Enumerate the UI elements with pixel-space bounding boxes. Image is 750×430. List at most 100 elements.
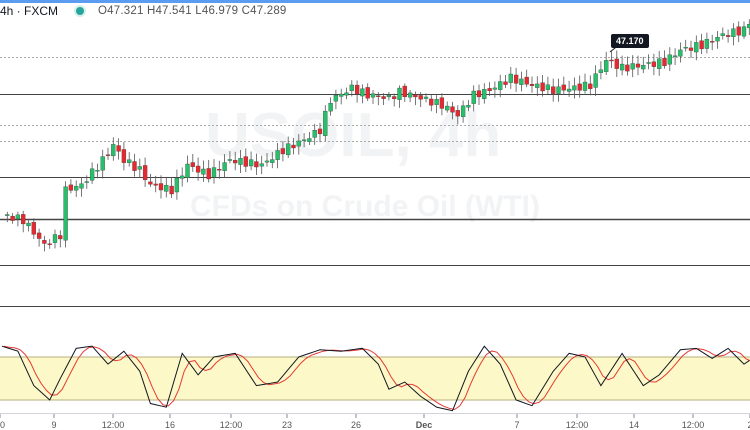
- candle-up: [466, 105, 471, 108]
- candle-down: [280, 148, 286, 155]
- candle-down: [381, 96, 386, 99]
- candle-down: [158, 183, 164, 191]
- candle-up: [741, 26, 747, 37]
- candle-down: [455, 110, 460, 117]
- candle-down: [169, 185, 174, 195]
- candle-down: [662, 58, 667, 67]
- candle-down: [577, 83, 582, 91]
- open-value: O47.321: [98, 5, 144, 17]
- candle-down: [376, 95, 381, 97]
- candle-up: [720, 33, 725, 36]
- candle-up: [349, 84, 354, 91]
- candle-down: [190, 162, 195, 167]
- low-value: L46.979: [195, 5, 239, 17]
- candle-down: [725, 35, 731, 37]
- candle-up: [657, 58, 662, 69]
- high-value: H47.541: [146, 5, 192, 17]
- x-tick-label: Dec: [416, 420, 433, 430]
- candle-down: [36, 232, 42, 239]
- candle-up: [312, 129, 317, 138]
- candle-down: [588, 83, 593, 89]
- candle-down: [365, 87, 370, 99]
- candle-down: [217, 168, 222, 171]
- legend-header: 4h · FXCM O47.321 H47.541 L46.979 C47.28…: [0, 0, 293, 22]
- candle-up: [15, 214, 21, 220]
- candle-up: [286, 143, 291, 156]
- x-tick-label: 12:00: [102, 420, 125, 430]
- candle-up: [535, 83, 540, 88]
- candle-down: [418, 95, 423, 100]
- candle-up: [386, 94, 392, 98]
- close-value: C47.289: [241, 5, 287, 17]
- candle-down: [513, 74, 519, 84]
- candle-up: [74, 186, 79, 191]
- x-tick-label: 9: [51, 420, 56, 430]
- candle-up: [26, 222, 31, 227]
- x-tick-label: 12:00: [220, 420, 243, 430]
- candle-up: [460, 105, 466, 117]
- candle-up: [704, 39, 710, 49]
- candle-up: [545, 84, 551, 90]
- candle-down: [651, 61, 657, 67]
- candle-up: [211, 167, 217, 178]
- candle-down: [540, 82, 545, 92]
- top-accent-bar: [0, 0, 750, 3]
- market-status-icon[interactable]: [76, 7, 85, 15]
- candle-up: [593, 73, 598, 88]
- candle-down: [68, 184, 74, 191]
- candle-up: [100, 156, 105, 171]
- candle-up: [566, 88, 572, 92]
- candle-up: [445, 105, 450, 111]
- candle-up: [259, 163, 264, 167]
- candle-up: [264, 160, 270, 163]
- stochastic-band: [0, 356, 750, 400]
- x-tick-label: 26: [351, 420, 361, 430]
- candle-up: [238, 158, 243, 165]
- candle-down: [206, 168, 211, 180]
- candle-up: [492, 87, 498, 90]
- candle-down: [524, 76, 529, 85]
- candle-up: [275, 150, 280, 160]
- candle-up: [397, 87, 402, 100]
- candle-down: [105, 154, 111, 156]
- candle-down: [392, 96, 397, 99]
- candle-down: [609, 59, 614, 62]
- candle-up: [508, 73, 513, 83]
- candle-up: [482, 89, 487, 100]
- candle-up: [667, 54, 672, 65]
- candle-down: [58, 235, 63, 240]
- candle-up: [339, 93, 344, 97]
- candle-up: [672, 55, 678, 57]
- candle-up: [201, 168, 206, 175]
- candle-down: [121, 149, 127, 163]
- candle-up: [301, 139, 307, 141]
- candle-up: [164, 184, 169, 192]
- candle-up: [572, 85, 577, 91]
- candle-up: [582, 81, 588, 91]
- price-chart[interactable]: 30912:001612:002326Dec712:001412:002: [0, 0, 750, 430]
- candle-up: [127, 159, 132, 163]
- candle-up: [498, 81, 503, 90]
- candle-up: [248, 159, 254, 167]
- x-tick-label: 12:00: [566, 420, 589, 430]
- candle-up: [344, 92, 349, 96]
- candle-up: [683, 46, 688, 49]
- candle-down: [529, 84, 535, 86]
- ohlc-values: O47.321 H47.541 L46.979 C47.289: [98, 5, 287, 17]
- candle-up: [519, 78, 524, 85]
- x-tick-label: 14: [629, 420, 639, 430]
- candle-up: [5, 214, 10, 216]
- candle-up: [79, 183, 84, 189]
- candle-down: [116, 145, 121, 152]
- candle-down: [42, 240, 47, 244]
- candle-down: [614, 58, 619, 69]
- candle-down: [699, 40, 704, 50]
- candle-down: [736, 26, 741, 36]
- candle-up: [370, 93, 376, 98]
- candle-down: [476, 90, 482, 98]
- candle-up: [137, 166, 142, 170]
- candle-up: [646, 62, 651, 64]
- candle-down: [148, 181, 153, 185]
- candle-up: [360, 88, 365, 97]
- candle-down: [354, 84, 360, 95]
